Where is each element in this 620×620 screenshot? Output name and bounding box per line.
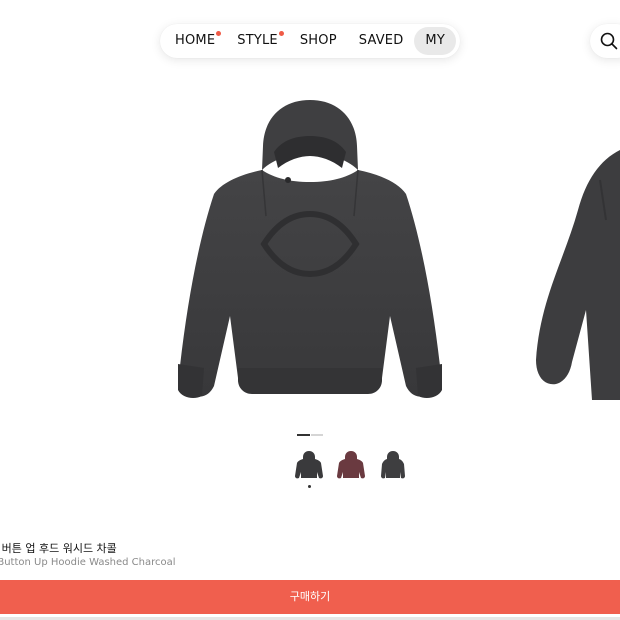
search-icon	[600, 32, 618, 50]
nav-style[interactable]: STYLE	[226, 27, 289, 55]
nav-saved[interactable]: SAVED	[348, 27, 415, 55]
nav-home-label: HOME	[175, 33, 216, 48]
notification-dot	[216, 31, 222, 36]
product-title: 트 버튼 업 후드 워시드 차콜	[0, 542, 117, 555]
color-option-charcoal[interactable]	[292, 448, 326, 488]
nav-home[interactable]: HOME	[164, 27, 226, 55]
product-image[interactable]	[170, 96, 450, 416]
top-nav: HOME STYLE SHOP SAVED MY	[160, 24, 460, 58]
nav-my[interactable]: MY	[414, 27, 456, 55]
hoodie-thumbnail-icon	[295, 451, 323, 479]
color-option-charcoal-alt[interactable]	[376, 448, 410, 482]
pagination-indicator	[311, 434, 323, 436]
carousel-pagination	[297, 434, 323, 436]
product-subtitle: e Button Up Hoodie Washed Charcoal	[0, 557, 176, 568]
pagination-indicator-active	[297, 434, 310, 436]
search-button[interactable]	[590, 24, 620, 58]
nav-shop-label: SHOP	[299, 33, 337, 48]
nav-saved-label: SAVED	[358, 33, 404, 48]
color-option-burgundy[interactable]	[334, 448, 368, 482]
notification-dot	[278, 31, 284, 36]
hoodie-thumbnail-icon	[337, 451, 365, 479]
next-product-image[interactable]	[530, 140, 620, 400]
nav-my-label: MY	[425, 33, 445, 48]
color-options	[292, 448, 410, 488]
selected-indicator	[308, 485, 311, 488]
nav-style-label: STYLE	[237, 33, 278, 48]
nav-shop[interactable]: SHOP	[289, 27, 348, 55]
buy-button[interactable]: 구매하기	[0, 580, 620, 614]
hoodie-thumbnail-icon	[381, 451, 405, 479]
